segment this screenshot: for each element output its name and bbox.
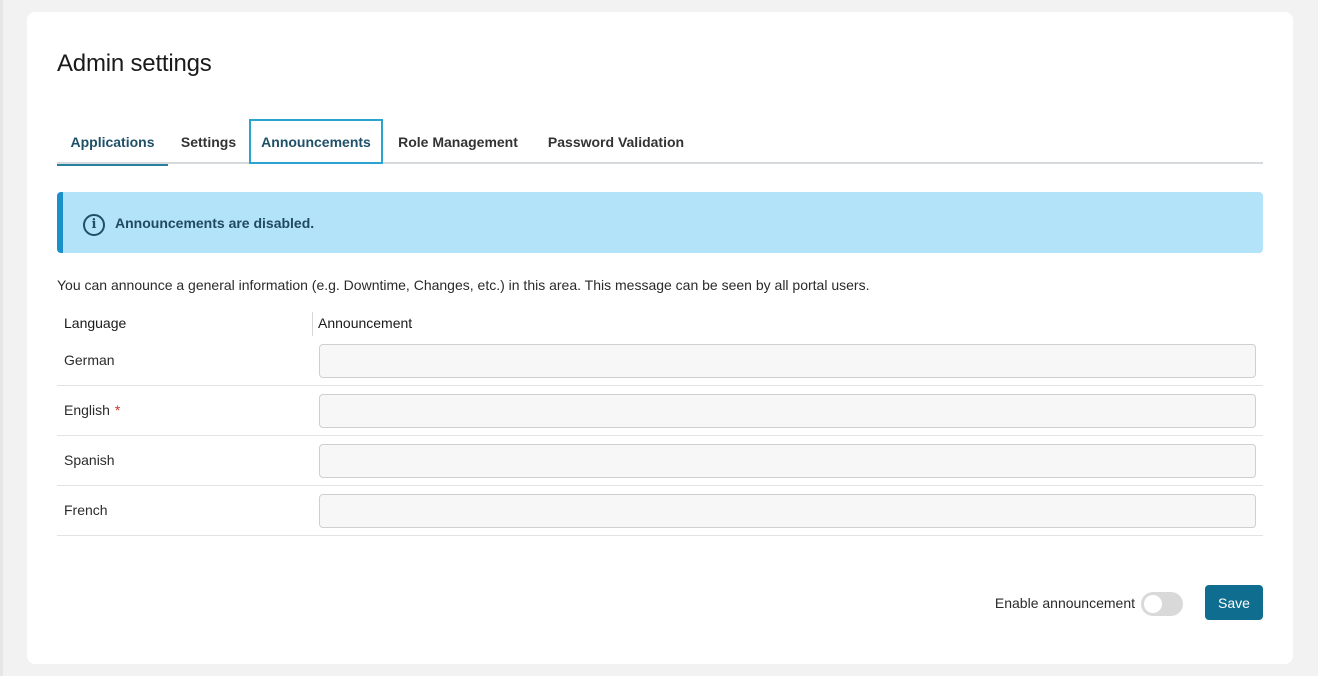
tab-role-management[interactable]: Role Management	[383, 119, 533, 164]
enable-announcement-toggle[interactable]	[1141, 592, 1183, 616]
info-icon: i	[83, 213, 105, 236]
announcement-input-german[interactable]	[319, 344, 1256, 378]
announcement-input-english[interactable]	[319, 394, 1256, 428]
tab-settings[interactable]: Settings	[168, 119, 249, 164]
table-header: Language Announcement	[57, 310, 1263, 336]
header-announcement: Announcement	[318, 315, 413, 331]
toggle-knob	[1144, 595, 1162, 613]
tab-password-validation[interactable]: Password Validation	[533, 119, 699, 164]
language-label: Spanish	[64, 452, 115, 468]
language-label: English *	[64, 402, 121, 418]
required-asterisk: *	[114, 402, 121, 418]
save-button[interactable]: Save	[1205, 585, 1263, 620]
announcements-disabled-alert: i Announcements are disabled.	[57, 192, 1263, 253]
table-row-french: French	[57, 486, 1263, 536]
tab-applications[interactable]: Applications	[57, 119, 168, 166]
left-edge	[0, 0, 3, 676]
announcement-input-spanish[interactable]	[319, 444, 1256, 478]
footer-actions: Enable announcement Save	[27, 585, 1263, 621]
announcement-description: You can announce a general information (…	[57, 277, 870, 293]
column-divider[interactable]	[312, 312, 313, 336]
table-row-spanish: Spanish	[57, 436, 1263, 486]
table-row-german: German	[57, 336, 1263, 386]
table-row-english: English *	[57, 386, 1263, 436]
alert-message: Announcements are disabled.	[115, 214, 315, 231]
tab-announcements[interactable]: Announcements	[249, 119, 383, 164]
page-title: Admin settings	[57, 50, 212, 77]
tab-bar: Applications Settings Announcements Role…	[57, 119, 1263, 166]
admin-settings-card: Admin settings Applications Settings Ann…	[27, 12, 1293, 664]
announcement-input-french[interactable]	[319, 494, 1256, 528]
language-label: German	[64, 352, 115, 368]
announcement-table: Language Announcement German English * Sp…	[57, 310, 1263, 536]
enable-announcement-label: Enable announcement	[994, 595, 1135, 611]
header-language: Language	[64, 315, 127, 331]
language-label: French	[64, 502, 108, 518]
